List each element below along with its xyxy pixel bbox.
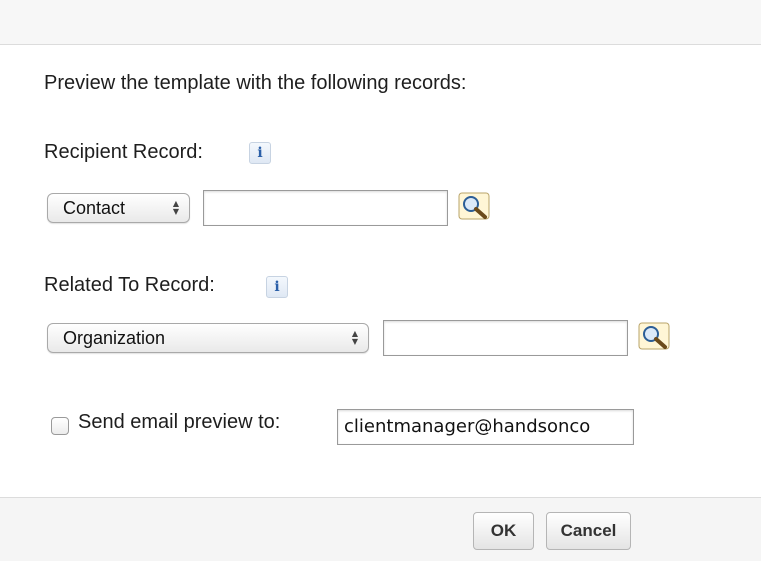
send-preview-label: Send email preview to: (78, 411, 281, 433)
recipient-type-select[interactable]: Contact ▲ ▼ (47, 193, 190, 223)
info-icon[interactable]: i (249, 142, 271, 164)
preview-email-input[interactable]: clientmanager@handsonco (337, 409, 634, 445)
info-icon[interactable]: i (266, 276, 288, 298)
cancel-button[interactable]: Cancel (546, 512, 631, 550)
intro-text: Preview the template with the following … (44, 72, 467, 94)
related-record-label: Related To Record: (44, 274, 215, 296)
dialog-header-band (0, 0, 761, 45)
related-type-select[interactable]: Organization ▲ ▼ (47, 323, 369, 353)
ok-button[interactable]: OK (473, 512, 534, 550)
recipient-record-input[interactable] (203, 190, 448, 226)
recipient-record-label: Recipient Record: (44, 141, 203, 163)
up-down-arrows-icon: ▲ ▼ (351, 329, 358, 346)
related-type-value: Organization (63, 328, 166, 348)
related-record-input[interactable] (383, 320, 628, 356)
dialog-footer-band (0, 497, 761, 561)
lookup-icon[interactable] (458, 192, 490, 220)
lookup-icon[interactable] (638, 322, 670, 350)
recipient-type-value: Contact (63, 198, 126, 218)
send-preview-checkbox[interactable] (51, 417, 69, 435)
up-down-arrows-icon: ▲ ▼ (172, 199, 179, 216)
